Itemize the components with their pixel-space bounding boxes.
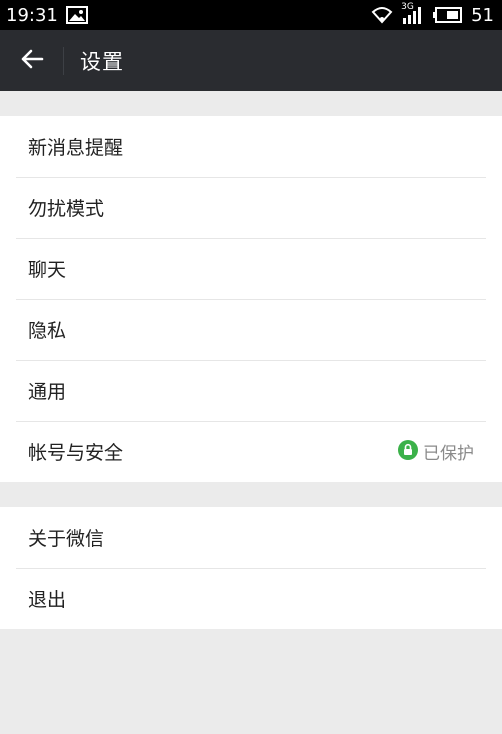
section-gap — [0, 91, 502, 116]
toolbar-divider — [63, 47, 64, 75]
settings-item-privacy[interactable]: 隐私 — [0, 299, 502, 360]
settings-item-do-not-disturb[interactable]: 勿扰模式 — [0, 177, 502, 238]
settings-item-chat[interactable]: 聊天 — [0, 238, 502, 299]
battery-level: 51 — [471, 4, 494, 26]
lock-icon — [398, 439, 418, 464]
settings-item-label: 聊天 — [28, 259, 67, 281]
settings-item-about-wechat[interactable]: 关于微信 — [0, 507, 502, 568]
settings-item-label: 新消息提醒 — [28, 137, 124, 159]
settings-item-logout[interactable]: 退出 — [0, 568, 502, 629]
status-bar: 19:31 3G 51 — [0, 0, 502, 30]
back-arrow-icon — [20, 48, 44, 74]
back-button[interactable] — [0, 30, 64, 91]
signal-icon: 3G — [401, 2, 425, 24]
section-gap — [0, 482, 502, 507]
settings-item-label: 关于微信 — [28, 528, 105, 550]
settings-item-general[interactable]: 通用 — [0, 360, 502, 421]
toolbar: 设置 — [0, 30, 502, 91]
settings-item-label: 隐私 — [28, 320, 67, 342]
wifi-icon — [371, 6, 393, 24]
network-type: 3G — [401, 2, 414, 12]
protected-status: 已保护 — [398, 439, 474, 464]
status-time: 19:31 — [6, 4, 58, 26]
settings-item-label: 退出 — [28, 589, 67, 611]
protected-status-text: 已保护 — [423, 444, 474, 464]
image-icon — [65, 6, 88, 24]
settings-item-label: 帐号与安全 — [28, 442, 124, 464]
settings-item-account-security[interactable]: 帐号与安全 已保护 — [0, 421, 502, 482]
settings-group-main: 新消息提醒 勿扰模式 聊天 隐私 通用 帐号与安全 已保护 — [0, 116, 502, 482]
battery-icon — [433, 6, 463, 24]
settings-item-label: 通用 — [28, 381, 67, 403]
bottom-fill — [0, 629, 502, 733]
settings-group-secondary: 关于微信 退出 — [0, 507, 502, 629]
settings-item-new-message-alerts[interactable]: 新消息提醒 — [0, 116, 502, 177]
page-title: 设置 — [80, 49, 124, 74]
status-left: 19:31 — [6, 5, 88, 26]
settings-item-label: 勿扰模式 — [28, 198, 105, 220]
status-right: 3G 51 — [371, 2, 494, 26]
